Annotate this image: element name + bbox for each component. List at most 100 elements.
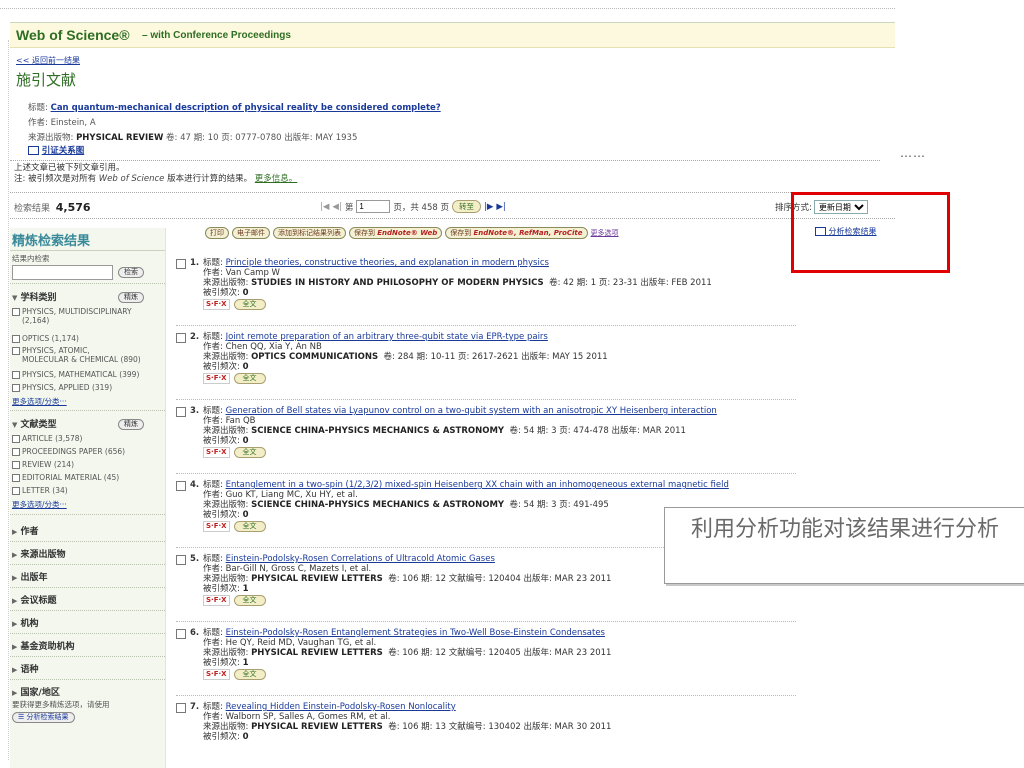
subject-more-link[interactable]: 更多选项/分类··· xyxy=(12,396,67,407)
more-info-link[interactable]: 更多信息。 xyxy=(255,174,298,184)
result-title-link[interactable]: Entanglement in a two-spin (1/2,3/2) mix… xyxy=(226,480,729,490)
doctype-item[interactable]: REVIEW (214) xyxy=(12,460,74,469)
result-checkbox[interactable] xyxy=(176,407,186,417)
sidebar-analyze-button[interactable]: ☰ 分析检索结果 xyxy=(12,712,75,723)
result-checkbox[interactable] xyxy=(176,629,186,639)
within-results-search-button[interactable]: 检索 xyxy=(118,267,144,278)
subject-item[interactable]: PHYSICS, ATOMIC, MOLECULAR & CHEMICAL (89… xyxy=(12,346,141,364)
triangle-down-icon: ▼ xyxy=(12,294,18,302)
sfx-button[interactable]: S·F·X xyxy=(203,299,230,310)
subject-category-header[interactable]: ▼ 学科类别 xyxy=(12,290,57,303)
doctype-more-link[interactable]: 更多选项/分类··· xyxy=(12,499,67,510)
checkbox[interactable] xyxy=(12,435,20,443)
record-author: Einstein, A xyxy=(50,118,96,128)
save-to-endnote-web-button[interactable]: 保存到 EndNote® Web xyxy=(349,227,443,239)
facet-country[interactable]: ▶ 国家/地区 xyxy=(12,685,60,698)
checkbox[interactable] xyxy=(12,474,20,482)
author-label: 作者: xyxy=(203,490,223,500)
full-text-button[interactable]: 全文 xyxy=(233,521,266,532)
result-title-link[interactable]: Principle theories, constructive theorie… xyxy=(226,258,549,268)
record-title-link[interactable]: Can quantum-mechanical description of ph… xyxy=(51,103,441,113)
facet-institution[interactable]: ▶ 机构 xyxy=(12,616,39,629)
source-label: 来源出版物: xyxy=(203,500,249,510)
facet-author[interactable]: ▶ 作者 xyxy=(12,524,39,537)
result-checkbox[interactable] xyxy=(176,259,186,269)
subject-item[interactable]: PHYSICS, MULTIDISCIPLINARY (2,164) xyxy=(12,307,132,325)
within-results-input[interactable] xyxy=(12,265,113,280)
citation-map-row[interactable]: 引证关系图 xyxy=(28,144,84,156)
result-title-link[interactable]: Einstein-Podolsky-Rosen Entanglement Str… xyxy=(226,628,605,638)
doctype-item[interactable]: EDITORIAL MATERIAL (45) xyxy=(12,473,119,482)
first-page-icon[interactable]: |◀ xyxy=(320,202,329,212)
subject-item-label: PHYSICS, MULTIDISCIPLINARY xyxy=(22,307,132,316)
doctype-item[interactable]: ARTICLE (3,578) xyxy=(12,434,82,443)
result-checkbox[interactable] xyxy=(176,703,186,713)
sfx-button[interactable]: S·F·X xyxy=(203,373,230,384)
add-to-marked-list-button[interactable]: 添加到标记结果列表 xyxy=(273,227,346,239)
facet-funding[interactable]: ▶ 基金资助机构 xyxy=(12,639,75,652)
source-label: 来源出版物: xyxy=(203,574,249,584)
divider xyxy=(10,192,895,193)
checkbox[interactable] xyxy=(12,371,20,379)
doctype-item[interactable]: PROCEEDINGS PAPER (656) xyxy=(12,447,125,456)
subject-item[interactable]: PHYSICS, MATHEMATICAL (399) xyxy=(12,370,139,379)
facet-conference[interactable]: ▶ 会议标题 xyxy=(12,593,57,606)
result-checkbox[interactable] xyxy=(176,333,186,343)
citation-map-link[interactable]: 引证关系图 xyxy=(42,146,85,156)
title-label: 标题: xyxy=(203,628,223,638)
checkbox[interactable] xyxy=(12,347,20,355)
next-page-icon[interactable]: |▶ xyxy=(484,202,493,212)
checkbox[interactable] xyxy=(12,335,20,343)
web-of-science-logo[interactable]: Web of Science® xyxy=(16,27,130,43)
go-to-page-button[interactable]: 转至 xyxy=(451,200,481,213)
full-text-button[interactable]: 全文 xyxy=(233,447,266,458)
triangle-down-icon: ▼ xyxy=(12,421,18,429)
last-page-icon[interactable]: ▶| xyxy=(496,202,505,212)
title-label: 标题: xyxy=(203,258,223,268)
full-text-button[interactable]: 全文 xyxy=(233,595,266,606)
full-text-button[interactable]: 全文 xyxy=(233,373,266,384)
result-checkbox[interactable] xyxy=(176,555,186,565)
result-title-link[interactable]: Einstein-Podolsky-Rosen Correlations of … xyxy=(226,554,495,564)
checkbox[interactable] xyxy=(12,448,20,456)
result-title-link[interactable]: Generation of Bell states via Lyapunov c… xyxy=(226,406,717,416)
record-author-row: 作者: Einstein, A xyxy=(28,116,96,128)
result-body: 标题: Joint remote preparation of an arbit… xyxy=(203,332,803,384)
sfx-button[interactable]: S·F·X xyxy=(203,669,230,680)
sfx-button[interactable]: S·F·X xyxy=(203,595,230,606)
result-title-link[interactable]: Joint remote preparation of an arbitrary… xyxy=(226,332,548,342)
back-to-previous-results-link[interactable]: << 返回前一结果 xyxy=(16,55,80,66)
email-button[interactable]: 电子邮件 xyxy=(232,227,270,239)
doctype-item[interactable]: LETTER (34) xyxy=(12,486,68,495)
prev-page-icon[interactable]: ◀| xyxy=(332,202,341,212)
result-title-link[interactable]: Revealing Hidden Einstein-Podolsky-Rosen… xyxy=(226,702,456,712)
title-label: 标题: xyxy=(203,480,223,490)
more-options-link[interactable]: 更多选项 xyxy=(591,228,619,238)
checkbox[interactable] xyxy=(12,384,20,392)
save-to-endnote-refman-button[interactable]: 保存到 EndNote®, RefMan, ProCite xyxy=(445,227,588,239)
result-checkbox[interactable] xyxy=(176,481,186,491)
doc-type-header[interactable]: ▼ 文献类型 xyxy=(12,417,57,430)
checkbox[interactable] xyxy=(12,461,20,469)
print-button[interactable]: 打印 xyxy=(205,227,229,239)
full-text-button[interactable]: 全文 xyxy=(233,669,266,680)
result-cited-count: 0 xyxy=(242,732,249,742)
divider xyxy=(10,587,165,588)
page-number-input[interactable] xyxy=(356,200,391,213)
results-toolbar: 打印 电子邮件 添加到标记结果列表 保存到 EndNote® Web 保存到 E… xyxy=(205,227,619,239)
facet-source[interactable]: ▶ 来源出版物 xyxy=(12,547,66,560)
sfx-button[interactable]: S·F·X xyxy=(203,447,230,458)
subject-refine-button[interactable]: 精炼 xyxy=(118,292,144,303)
sfx-button[interactable]: S·F·X xyxy=(203,521,230,532)
title-label: 标题: xyxy=(203,406,223,416)
full-text-button[interactable]: 全文 xyxy=(233,299,266,310)
facet-year[interactable]: ▶ 出版年 xyxy=(12,570,48,583)
checkbox[interactable] xyxy=(12,487,20,495)
facet-language[interactable]: ▶ 语种 xyxy=(12,662,39,675)
result-body: 标题: Principle theories, constructive the… xyxy=(203,258,803,310)
doctype-refine-button[interactable]: 精炼 xyxy=(118,419,144,430)
subject-item[interactable]: PHYSICS, APPLIED (319) xyxy=(12,383,112,392)
subject-item[interactable]: OPTICS (1,174) xyxy=(12,334,79,343)
checkbox[interactable] xyxy=(12,308,20,316)
result-title-row: 标题: Einstein-Podolsky-Rosen Entanglement… xyxy=(203,628,803,638)
